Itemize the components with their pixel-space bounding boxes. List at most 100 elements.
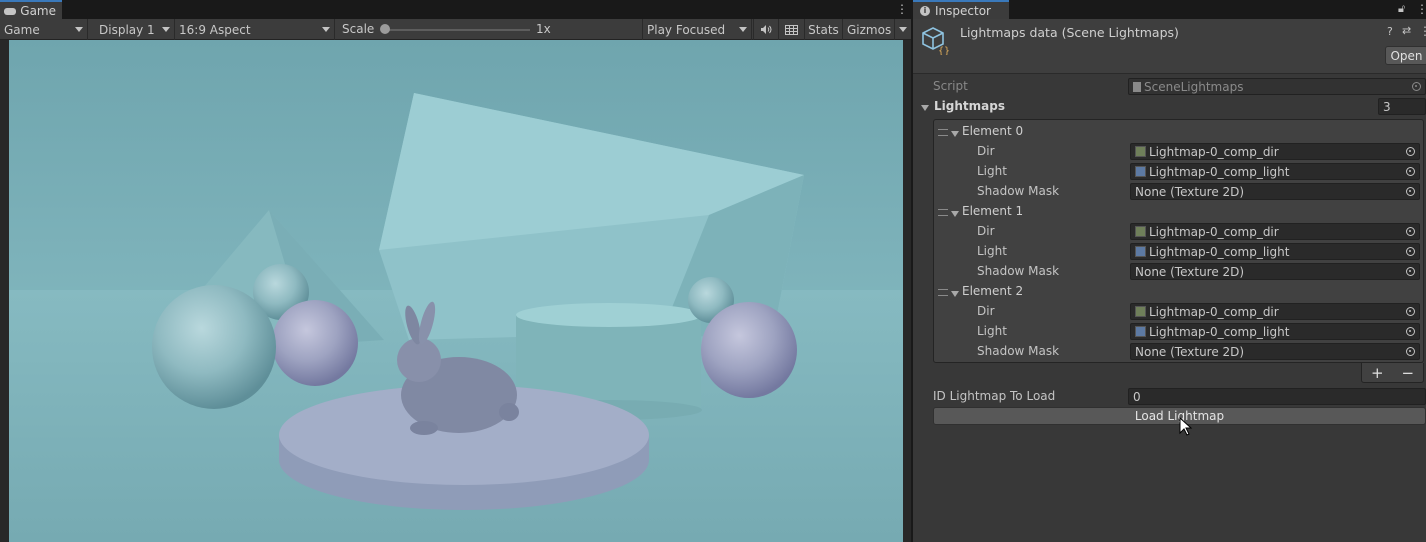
play-mode-label: Play Focused: [647, 22, 726, 37]
id-lightmap-label: ID Lightmap To Load: [933, 389, 1056, 403]
dir-field[interactable]: Lightmap-0_comp_dir: [1130, 223, 1420, 240]
foldout-arrow-icon: [951, 131, 959, 137]
shadow-mask-field[interactable]: None (Texture 2D): [1130, 183, 1420, 200]
lock-icon[interactable]: 🔓︎: [1398, 2, 1405, 16]
shadow-mask-field[interactable]: None (Texture 2D): [1130, 263, 1420, 280]
foldout-arrow-icon: [951, 291, 959, 297]
play-mode-dropdown[interactable]: Play Focused: [642, 19, 752, 40]
component-menu-icon[interactable]: ⋮: [1419, 24, 1426, 38]
object-picker-icon[interactable]: [1406, 307, 1415, 316]
chevron-down-icon: [322, 27, 330, 32]
dir-field[interactable]: Lightmap-0_comp_dir: [1130, 143, 1420, 160]
light-value: Lightmap-0_comp_light: [1149, 244, 1290, 259]
inspector-tabbar: i Inspector 🔓︎ ⋮: [913, 0, 1426, 19]
light-field[interactable]: Lightmap-0_comp_light: [1130, 243, 1420, 260]
game-toolbar: Game Display 1 16:9 Aspect Scale 1x Play…: [0, 19, 911, 40]
object-picker-icon[interactable]: [1406, 267, 1415, 276]
kebab-menu-icon[interactable]: ⋮: [1416, 2, 1426, 16]
scene-sphere: [701, 302, 797, 398]
dir-label: Dir: [977, 224, 995, 238]
svg-text:{}: {}: [938, 46, 950, 55]
foldout-arrow-icon: [951, 211, 959, 217]
dir-label: Dir: [977, 304, 995, 318]
gizmos-button[interactable]: Gizmos: [842, 19, 894, 40]
object-picker-icon[interactable]: [1406, 327, 1415, 336]
element-drag-handle-icon[interactable]: [938, 205, 948, 219]
inspector-title: Lightmaps data (Scene Lightmaps): [960, 25, 1179, 40]
dir-field[interactable]: Lightmap-0_comp_dir: [1130, 303, 1420, 320]
remove-element-button[interactable]: −: [1401, 364, 1414, 382]
shadow-mask-value: None (Texture 2D): [1135, 184, 1245, 199]
id-lightmap-field[interactable]: 0: [1128, 388, 1426, 405]
element-foldout[interactable]: [951, 286, 959, 300]
chevron-down-icon: [739, 27, 747, 32]
kebab-menu-icon[interactable]: ⋮: [896, 2, 908, 16]
tab-game-label: Game: [20, 4, 56, 18]
tab-inspector-label: Inspector: [935, 3, 991, 18]
dir-label: Dir: [977, 144, 995, 158]
element-drag-handle-icon[interactable]: [938, 125, 948, 139]
preset-icon[interactable]: ⇄: [1402, 24, 1411, 37]
lightmaps-size-field[interactable]: 3: [1378, 98, 1426, 115]
element-foldout[interactable]: [951, 126, 959, 140]
scene-sphere: [272, 300, 358, 386]
object-picker-icon[interactable]: [1406, 347, 1415, 356]
shadow-mask-label: Shadow Mask: [977, 184, 1060, 198]
open-button[interactable]: Open: [1385, 46, 1426, 65]
tab-inspector[interactable]: i Inspector: [913, 0, 1009, 19]
aspect-dropdown[interactable]: 16:9 Aspect: [175, 19, 335, 40]
object-picker-icon[interactable]: [1406, 147, 1415, 156]
texture-icon: [1135, 226, 1146, 237]
shadow-mask-value: None (Texture 2D): [1135, 264, 1245, 279]
inspector-panel: i Inspector 🔓︎ ⋮ {} Lightmaps data (Scen…: [913, 0, 1426, 542]
scale-label: Scale: [342, 22, 375, 36]
view-mode-dropdown[interactable]: Game: [0, 19, 88, 40]
game-panel: Game ⋮ Game Display 1 16:9 Aspect Scale …: [0, 0, 911, 542]
layout-grid-button[interactable]: [778, 19, 804, 40]
shadow-mask-value: None (Texture 2D): [1135, 344, 1245, 359]
shadow-mask-label: Shadow Mask: [977, 344, 1060, 358]
inspector-header: {} Lightmaps data (Scene Lightmaps) ? ⇄ …: [913, 19, 1426, 74]
light-label: Light: [977, 324, 1007, 338]
info-icon: i: [920, 5, 930, 16]
element-label: Element 1: [962, 204, 1024, 218]
help-icon[interactable]: ?: [1387, 25, 1393, 38]
light-field[interactable]: Lightmap-0_comp_light: [1130, 323, 1420, 340]
script-value: SceneLightmaps: [1144, 79, 1244, 94]
dir-value: Lightmap-0_comp_dir: [1149, 304, 1279, 319]
display-label: Display 1: [99, 22, 155, 37]
light-field[interactable]: Lightmap-0_comp_light: [1130, 163, 1420, 180]
object-picker-icon[interactable]: [1406, 227, 1415, 236]
add-element-button[interactable]: +: [1371, 364, 1384, 382]
lightmaps-label: Lightmaps: [934, 99, 1005, 113]
stats-button[interactable]: Stats: [804, 19, 842, 40]
script-label: Script: [933, 79, 968, 93]
dir-value: Lightmap-0_comp_dir: [1149, 224, 1279, 239]
scale-slider[interactable]: [384, 29, 530, 31]
gizmos-dropdown[interactable]: [894, 19, 911, 40]
lightmaps-foldout[interactable]: [921, 100, 929, 114]
light-label: Light: [977, 164, 1007, 178]
tab-game[interactable]: Game: [0, 0, 62, 19]
view-mode-label: Game: [4, 22, 40, 37]
gamepad-icon: [4, 7, 17, 15]
game-tabbar: Game ⋮: [0, 0, 911, 19]
light-label: Light: [977, 244, 1007, 258]
element-foldout[interactable]: [951, 206, 959, 220]
game-viewport[interactable]: [9, 40, 903, 542]
object-picker-icon[interactable]: [1406, 167, 1415, 176]
texture-icon: [1135, 146, 1146, 157]
scriptable-object-icon: {}: [922, 27, 950, 55]
chevron-down-icon: [75, 27, 83, 32]
element-drag-handle-icon[interactable]: [938, 285, 948, 299]
display-dropdown[interactable]: Display 1: [95, 19, 175, 40]
list-footer: + −: [1361, 363, 1424, 383]
light-value: Lightmap-0_comp_light: [1149, 164, 1290, 179]
object-picker-icon[interactable]: [1406, 247, 1415, 256]
mute-audio-button[interactable]: [753, 19, 777, 40]
object-picker-icon: [1412, 82, 1421, 91]
shadow-mask-field[interactable]: None (Texture 2D): [1130, 343, 1420, 360]
scale-slider-thumb[interactable]: [380, 24, 390, 34]
object-picker-icon[interactable]: [1406, 187, 1415, 196]
texture-icon: [1135, 166, 1146, 177]
